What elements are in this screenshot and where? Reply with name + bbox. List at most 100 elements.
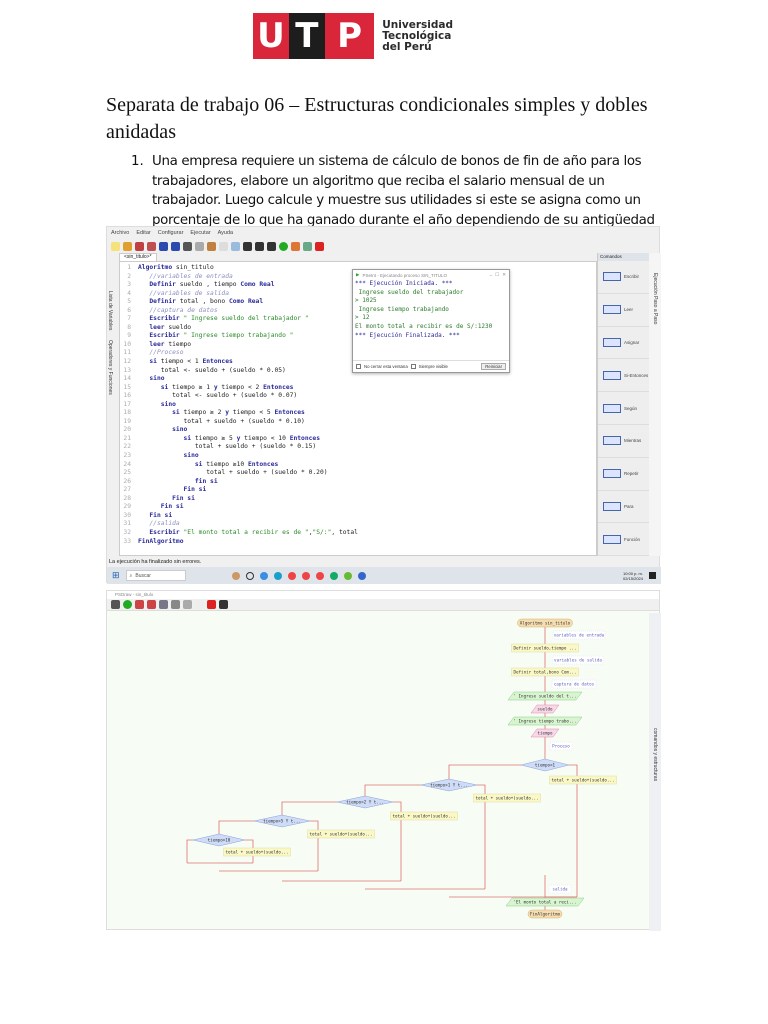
flow-node-label: variables de entrada (554, 633, 605, 638)
comments-icon[interactable] (183, 600, 192, 609)
palette-item[interactable]: Escribir (598, 261, 649, 294)
flow-node-decision[interactable]: tiempo>10 (192, 833, 246, 847)
run-icon[interactable] (123, 600, 132, 609)
menu-archivo[interactable]: Archivo (111, 230, 129, 236)
code-line: 29 Fin si (120, 503, 596, 512)
export-icon[interactable] (147, 600, 156, 609)
flow-node-comment[interactable]: salida (548, 884, 572, 894)
command-icon (603, 436, 621, 446)
flow-node-process[interactable]: total + sueldo+(sueldo... (307, 829, 375, 839)
palette-item[interactable]: Para (598, 491, 649, 524)
flow-node-output[interactable]: ' Ingrese sueldo del t... (507, 691, 583, 701)
line-number: 16 (123, 392, 131, 400)
step-execution-tab[interactable]: Ejecución Paso a Paso (652, 273, 658, 324)
task-view-icon[interactable] (245, 571, 254, 580)
app-icon[interactable] (343, 571, 352, 580)
step-run-icon[interactable] (291, 241, 300, 251)
help-icon[interactable] (315, 241, 324, 251)
fit-icon[interactable] (171, 600, 180, 609)
flow-node-comment[interactable]: variables de entrada (552, 630, 606, 640)
flow-node-input[interactable]: sueldo (530, 704, 560, 714)
palette-item[interactable]: Asignar (598, 327, 649, 360)
flow-node-decision[interactable]: tiempo<1 (520, 758, 570, 772)
commands-panel-tab[interactable]: comandos y estructuras (652, 728, 658, 781)
app-icon[interactable] (329, 571, 338, 580)
flow-icon[interactable] (267, 241, 276, 251)
debug-icon[interactable] (243, 241, 252, 251)
menu-ayuda[interactable]: Ayuda (218, 230, 234, 236)
redo-icon[interactable] (171, 241, 180, 251)
flow-node-process[interactable]: Definir sueldo,tiempo ... (511, 643, 579, 653)
open-icon[interactable] (123, 241, 132, 251)
save-icon[interactable] (111, 600, 120, 609)
menu-configurar[interactable]: Configurar (158, 230, 184, 236)
close-icon[interactable]: ✕ (502, 272, 506, 278)
close-icon[interactable] (219, 600, 228, 609)
save-icon[interactable] (135, 600, 144, 609)
flow-node-comment[interactable]: variables de salida (552, 655, 604, 665)
step-icon[interactable] (255, 241, 264, 251)
flow-node-label: tiempo>5 Y t... (263, 819, 301, 824)
keep-open-checkbox[interactable] (356, 364, 361, 369)
find-icon[interactable] (219, 241, 228, 251)
chrome-icon[interactable] (301, 571, 310, 580)
toggle-icon[interactable] (195, 600, 204, 609)
menu-editar[interactable]: Editar (136, 230, 150, 236)
flow-node-terminal[interactable]: Algoritmo sin_titulo (517, 618, 573, 628)
flow-node-process[interactable]: total + sueldo+(sueldo... (223, 847, 291, 857)
variables-panel-tab[interactable]: Lista de Variables (107, 291, 113, 330)
line-number: 9 (127, 332, 131, 340)
flow-node-label: tiempo>2 Y t... (346, 800, 384, 805)
logo-letter: P (324, 13, 375, 59)
flow-node-process[interactable]: total + sueldo+(sueldo... (473, 793, 541, 803)
new-icon[interactable] (111, 241, 120, 251)
help-icon[interactable] (207, 600, 216, 609)
minimize-icon[interactable]: – (490, 273, 493, 278)
taskbar-search[interactable]: ⌕ Buscar (125, 570, 186, 581)
cut-icon[interactable] (183, 241, 192, 251)
code-text: leer tiempo (149, 340, 192, 348)
copy-icon[interactable] (195, 241, 204, 251)
diagram-icon[interactable] (303, 241, 312, 251)
palette-item[interactable]: Leer (598, 294, 649, 327)
flow-node-output[interactable]: ' Ingrese tiempo trabo... (507, 716, 583, 726)
notifications-icon[interactable] (649, 572, 656, 579)
save-as-icon[interactable] (147, 241, 156, 251)
flow-node-process[interactable]: total + sueldo+(sueldo... (549, 775, 617, 785)
palette-item[interactable]: Función (598, 523, 649, 557)
operators-panel-tab[interactable]: Operadores y Funciones (107, 340, 113, 395)
flow-connector (281, 801, 337, 815)
flow-node-input[interactable]: tiempo (530, 728, 560, 738)
flow-node-terminal[interactable]: FinAlgoritmo (527, 909, 563, 919)
edge-icon[interactable] (273, 571, 282, 580)
app-icon[interactable] (259, 571, 268, 580)
save-icon[interactable] (135, 241, 144, 251)
always-visible-checkbox[interactable] (410, 364, 416, 369)
palette-item[interactable]: Según (598, 392, 649, 425)
chrome-icon[interactable] (287, 571, 296, 580)
flow-node-decision[interactable]: tiempo>2 Y t... (336, 795, 394, 809)
restart-button[interactable]: Reiniciar (481, 363, 506, 370)
app-icon[interactable] (357, 571, 366, 580)
flow-node-output[interactable]: 'El monto total a reci... (505, 897, 585, 907)
indent-icon[interactable] (231, 241, 240, 251)
flow-node-decision[interactable]: tiempo>1 Y t... (420, 778, 478, 792)
palette-item[interactable]: Si-Entonces (598, 359, 649, 393)
undo-icon[interactable] (159, 241, 168, 251)
flow-node-process[interactable]: total + sueldo+(sueldo... (390, 811, 458, 821)
maximize-icon[interactable]: ☐ (495, 272, 499, 278)
flow-node-comment[interactable]: captura de datos (551, 679, 597, 689)
windows-start-icon[interactable]: ⊞ (112, 570, 120, 581)
flow-node-process[interactable]: Definir total,bono Com... (511, 667, 579, 677)
editor-tab[interactable]: <sin_titulo>* (119, 253, 157, 261)
paste-icon[interactable] (207, 241, 216, 251)
menu-ejecutar[interactable]: Ejecutar (190, 230, 210, 236)
flow-node-decision[interactable]: tiempo>5 Y t... (253, 814, 311, 828)
run-icon[interactable] (279, 241, 288, 251)
chrome-icon[interactable] (315, 571, 324, 580)
palette-item[interactable]: Repetir (598, 458, 649, 491)
zoom-icon[interactable] (159, 600, 168, 609)
palette-item[interactable]: Mientras (598, 425, 649, 458)
flow-node-label: total + sueldo+(sueldo... (551, 778, 614, 783)
flow-node-comment[interactable]: Proceso (549, 741, 573, 751)
